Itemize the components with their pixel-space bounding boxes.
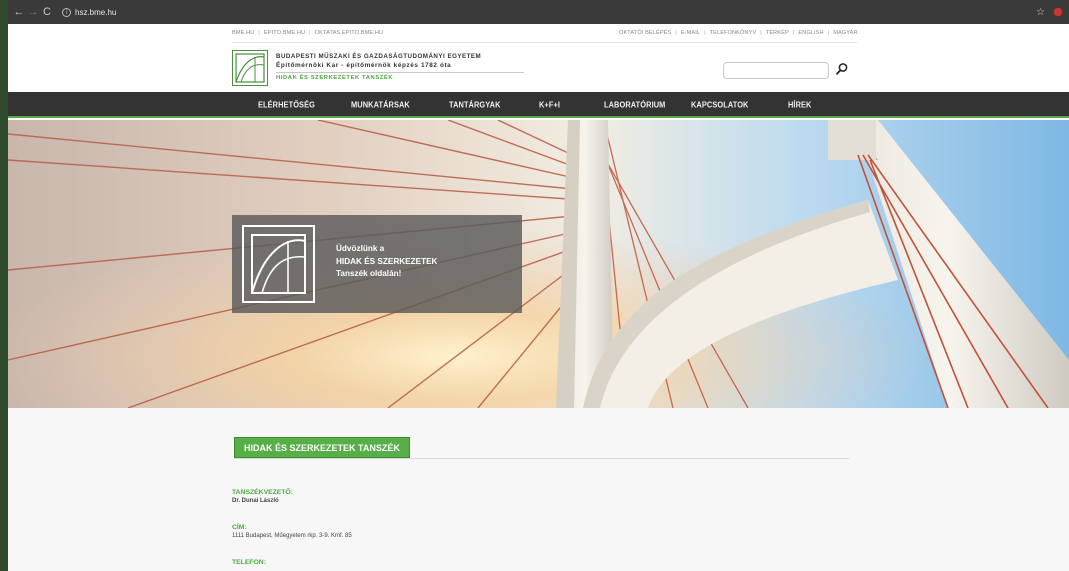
- extension-icon[interactable]: [1053, 7, 1063, 17]
- university-name: BUDAPESTI MŰSZAKI ÉS GAZDASÁGTUDOMÁNYI E…: [276, 53, 482, 60]
- search-icon[interactable]: [835, 62, 849, 76]
- utility-links-left: BME.HU | EPITO.BME.HU | OKTATAS.EPITO.BME.HU: [232, 30, 384, 36]
- info-icon[interactable]: i: [62, 7, 71, 17]
- welcome-box: Üdvözlünk a HIDAK ÉS SZERKEZETEK Tanszék…: [232, 215, 522, 313]
- link-bme[interactable]: BME.HU: [232, 30, 254, 36]
- back-icon[interactable]: ←: [12, 6, 26, 18]
- nav-item-elerhetoseg[interactable]: ELÉRHETŐSÉG: [258, 99, 315, 109]
- link-terkep[interactable]: TÉRKÉP: [766, 30, 789, 36]
- link-oktatas[interactable]: OKTATAS.EPITO.BME.HU: [315, 30, 383, 36]
- browser-window: ← → C i hsz.bme.hu ☆ BME.HU | EPITO.BME.HU…: [8, 0, 1069, 571]
- welcome-text: Üdvözlünk a HIDAK ÉS SZERKEZETEK Tanszék…: [336, 243, 437, 281]
- nav-item-kfi[interactable]: K+F+I: [539, 99, 560, 109]
- utility-links-bar: BME.HU | EPITO.BME.HU | OKTATAS.EPITO.BME.HU…: [8, 27, 1069, 41]
- nav-item-kapcsolatok[interactable]: KAPCSOLATOK: [691, 99, 749, 109]
- welcome-line-3: Tanszék oldalán!: [336, 269, 402, 278]
- welcome-line-1: Üdvözlünk a: [336, 244, 385, 253]
- divider: [276, 72, 524, 73]
- link-telefonkonyv[interactable]: TELEFONKÖNYV: [710, 30, 757, 36]
- link-english[interactable]: ENGLISH: [798, 30, 823, 36]
- browser-toolbar: ← → C i hsz.bme.hu ☆: [8, 0, 1069, 24]
- site-header: BUDAPESTI MŰSZAKI ÉS GAZDASÁGTUDOMÁNYI E…: [8, 45, 1069, 92]
- hero-banner: Üdvözlünk a HIDAK ÉS SZERKEZETEK Tanszék…: [8, 120, 1069, 408]
- link-magyar[interactable]: MAGYAR: [833, 30, 857, 36]
- address-url: hsz.bme.hu: [75, 7, 117, 17]
- link-email[interactable]: E-MAIL: [681, 30, 700, 36]
- desktop-frame: [0, 0, 8, 571]
- bridge-logo-icon: [235, 53, 265, 83]
- nav-item-laboratorium[interactable]: LABORATÓRIUM: [604, 99, 665, 109]
- bookmark-star-icon[interactable]: ☆: [1036, 7, 1045, 18]
- welcome-line-2: HIDAK ÉS SZERKEZETEK: [336, 256, 438, 266]
- field-label-address: CÍM:: [232, 524, 247, 531]
- nav-item-munkatarsak[interactable]: MUNKATÁRSAK: [351, 99, 410, 109]
- divider: [232, 42, 857, 43]
- forward-icon[interactable]: →: [26, 6, 40, 18]
- nav-item-hirek[interactable]: HÍREK: [788, 99, 812, 109]
- field-value-address: 1111 Budapest, Műegyetem rkp. 3-9. Kmf. …: [232, 533, 352, 539]
- bridge-photo: [8, 120, 1069, 408]
- link-oktatoi-belepes[interactable]: OKTATÓI BELÉPÉS: [619, 30, 671, 36]
- main-nav: ELÉRHETŐSÉG MUNKATÁRSAK TANTÁRGYAK K+F+I…: [8, 92, 1069, 118]
- reload-icon[interactable]: C: [40, 6, 54, 18]
- main-content: HIDAK ÉS SZERKEZETEK TANSZÉK TANSZÉKVEZE…: [8, 408, 1069, 571]
- department-name: HIDAK ÉS SZERKEZETEK TANSZÉK: [276, 75, 394, 81]
- faculty-name: Építőmérnöki Kar - építőmérnök képzés 17…: [276, 62, 452, 69]
- section-title: HIDAK ÉS SZERKEZETEK TANSZÉK: [234, 437, 410, 458]
- field-value-head: Dr. Dunai László: [232, 498, 279, 504]
- welcome-logo: [242, 225, 315, 303]
- department-logo[interactable]: [232, 50, 268, 86]
- bridge-logo-icon: [251, 234, 306, 294]
- field-label-head: TANSZÉKVEZETŐ:: [232, 489, 294, 496]
- nav-item-tantargyak[interactable]: TANTÁRGYAK: [449, 99, 501, 109]
- link-epito[interactable]: EPITO.BME.HU: [264, 30, 305, 36]
- address-bar[interactable]: i hsz.bme.hu: [62, 4, 152, 20]
- utility-links-right: OKTATÓI BELÉPÉS | E-MAIL | TELEFONKÖNYV | TÉRK…: [619, 30, 858, 36]
- divider: [234, 458, 849, 459]
- search-input[interactable]: [723, 62, 829, 79]
- field-label-phone: TELEFON:: [232, 559, 266, 566]
